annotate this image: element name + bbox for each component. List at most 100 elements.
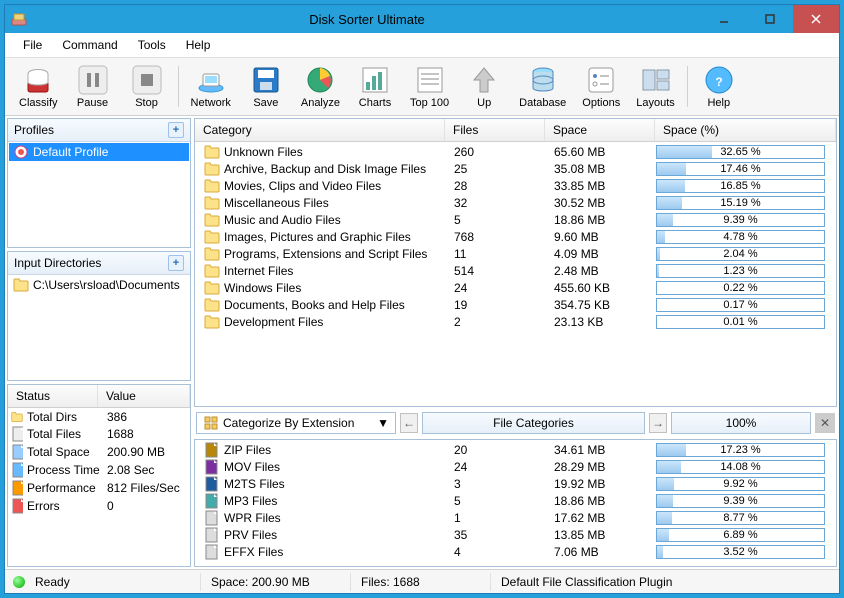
top100-button[interactable]: Top 100 (402, 62, 457, 111)
input-dirs-header: Input Directories (14, 256, 101, 270)
folder-icon (204, 263, 220, 279)
folder-icon (204, 297, 220, 313)
percent-bar: 17.46 % (656, 162, 825, 176)
status-row-icon (9, 409, 25, 425)
percent-bar: 0.22 % (656, 281, 825, 295)
stop-icon (131, 64, 163, 96)
cat-col[interactable]: Category (195, 119, 445, 141)
network-button[interactable]: Network (183, 62, 239, 111)
table-row[interactable]: MOV Files2428.29 MB14.08 % (196, 458, 835, 475)
stop-button[interactable]: Stop (120, 62, 174, 111)
status-files: Files: 1688 (357, 573, 491, 591)
table-row[interactable]: Windows Files24455.60 KB0.22 % (196, 279, 835, 296)
charts-icon (359, 64, 391, 96)
minimize-button[interactable] (701, 5, 747, 33)
table-row[interactable]: MP3 Files518.86 MB9.39 % (196, 492, 835, 509)
table-row[interactable]: Movies, Clips and Video Files2833.85 MB1… (196, 177, 835, 194)
categorize-combo[interactable]: Categorize By Extension ▼ (196, 412, 396, 434)
pause-button[interactable]: Pause (66, 62, 120, 111)
status-value: 200.90 MB (105, 443, 189, 461)
main-window: Disk Sorter Ultimate FileCommandToolsHel… (4, 4, 840, 594)
layouts-button[interactable]: Layouts (628, 62, 683, 111)
up-icon (468, 64, 500, 96)
zoom-level[interactable]: 100% (671, 412, 811, 434)
percent-bar: 32.65 % (656, 145, 825, 159)
menu-help[interactable]: Help (176, 35, 221, 55)
table-row[interactable]: Archive, Backup and Disk Image Files2535… (196, 160, 835, 177)
combo-label: Categorize By Extension (223, 416, 354, 430)
file-icon (204, 510, 220, 526)
nav-back-button[interactable]: ← (400, 413, 418, 433)
table-row[interactable]: Unknown Files26065.60 MB32.65 % (196, 143, 835, 160)
percent-bar: 14.08 % (656, 460, 825, 474)
options-button[interactable]: Options (574, 62, 628, 111)
file-icon (204, 544, 220, 560)
percent-bar: 17.23 % (656, 443, 825, 457)
charts-button[interactable]: Charts (348, 62, 402, 111)
profile-icon (13, 144, 29, 160)
table-row[interactable]: ZIP Files2034.61 MB17.23 % (196, 441, 835, 458)
spacepct-col[interactable]: Space (%) (655, 119, 836, 141)
folder-icon (204, 246, 220, 262)
percent-bar: 9.92 % (656, 477, 825, 491)
status-key: Process Time (25, 461, 105, 479)
add-input-button[interactable]: + (168, 255, 184, 271)
table-row[interactable]: PRV Files3513.85 MB6.89 % (196, 526, 835, 543)
table-row[interactable]: Development Files223.13 KB0.01 % (196, 313, 835, 330)
chevron-down-icon: ▼ (377, 416, 389, 430)
close-button[interactable] (793, 5, 839, 33)
table-row[interactable]: Internet Files5142.48 MB1.23 % (196, 262, 835, 279)
status-indicator-icon (13, 576, 25, 588)
input-dir-item[interactable]: C:\Users\rsload\Documents (9, 276, 189, 294)
menu-command[interactable]: Command (52, 35, 127, 55)
extensions-panel: ZIP Files2034.61 MB17.23 %MOV Files2428.… (194, 439, 837, 567)
percent-bar: 4.78 % (656, 230, 825, 244)
files-col[interactable]: Files (445, 119, 545, 141)
profiles-header: Profiles (14, 123, 54, 137)
table-row[interactable]: Programs, Extensions and Script Files114… (196, 245, 835, 262)
status-row-icon (9, 425, 25, 443)
status-row-icon (9, 461, 25, 479)
classify-button[interactable]: Classify (11, 62, 66, 111)
save-icon (250, 64, 282, 96)
status-col: Status (8, 385, 98, 407)
add-profile-button[interactable]: + (168, 122, 184, 138)
table-row[interactable]: Miscellaneous Files3230.52 MB15.19 % (196, 194, 835, 211)
file-icon (204, 459, 220, 475)
titlebar: Disk Sorter Ultimate (5, 5, 839, 33)
menu-file[interactable]: File (13, 35, 52, 55)
table-row[interactable]: Music and Audio Files518.86 MB9.39 % (196, 211, 835, 228)
save-button[interactable]: Save (239, 62, 293, 111)
folder-icon (204, 178, 220, 194)
space-col[interactable]: Space (545, 119, 655, 141)
status-value: 1688 (105, 425, 189, 443)
status-value: 812 Files/Sec (105, 479, 189, 497)
status-value: 386 (105, 409, 189, 425)
help-button[interactable]: ?Help (692, 62, 746, 111)
profile-item[interactable]: Default Profile (9, 143, 189, 161)
menubar: FileCommandToolsHelp (5, 33, 839, 58)
classify-icon (22, 64, 54, 96)
status-value: 0 (105, 497, 189, 515)
table-row[interactable]: WPR Files117.62 MB8.77 % (196, 509, 835, 526)
input-dirs-panel: Input Directories + C:\Users\rsload\Docum… (7, 251, 191, 381)
table-row[interactable]: Documents, Books and Help Files19354.75 … (196, 296, 835, 313)
menu-tools[interactable]: Tools (128, 35, 176, 55)
folder-icon (204, 314, 220, 330)
status-key: Total Space (25, 443, 105, 461)
help-icon: ? (703, 64, 735, 96)
table-row[interactable]: Images, Pictures and Graphic Files7689.6… (196, 228, 835, 245)
analyze-button[interactable]: Analyze (293, 62, 348, 111)
up-button[interactable]: Up (457, 62, 511, 111)
table-row[interactable]: M2TS Files319.92 MB9.92 % (196, 475, 835, 492)
table-row[interactable]: EFFX Files47.06 MB3.52 % (196, 543, 835, 560)
maximize-button[interactable] (747, 5, 793, 33)
file-icon (204, 527, 220, 543)
percent-bar: 0.01 % (656, 315, 825, 329)
file-categories-button[interactable]: File Categories (422, 412, 645, 434)
top100-icon (414, 64, 446, 96)
close-panel-button[interactable]: ✕ (815, 413, 835, 433)
nav-fwd-button[interactable]: → (649, 413, 667, 433)
database-button[interactable]: Database (511, 62, 574, 111)
analyze-icon (304, 64, 336, 96)
